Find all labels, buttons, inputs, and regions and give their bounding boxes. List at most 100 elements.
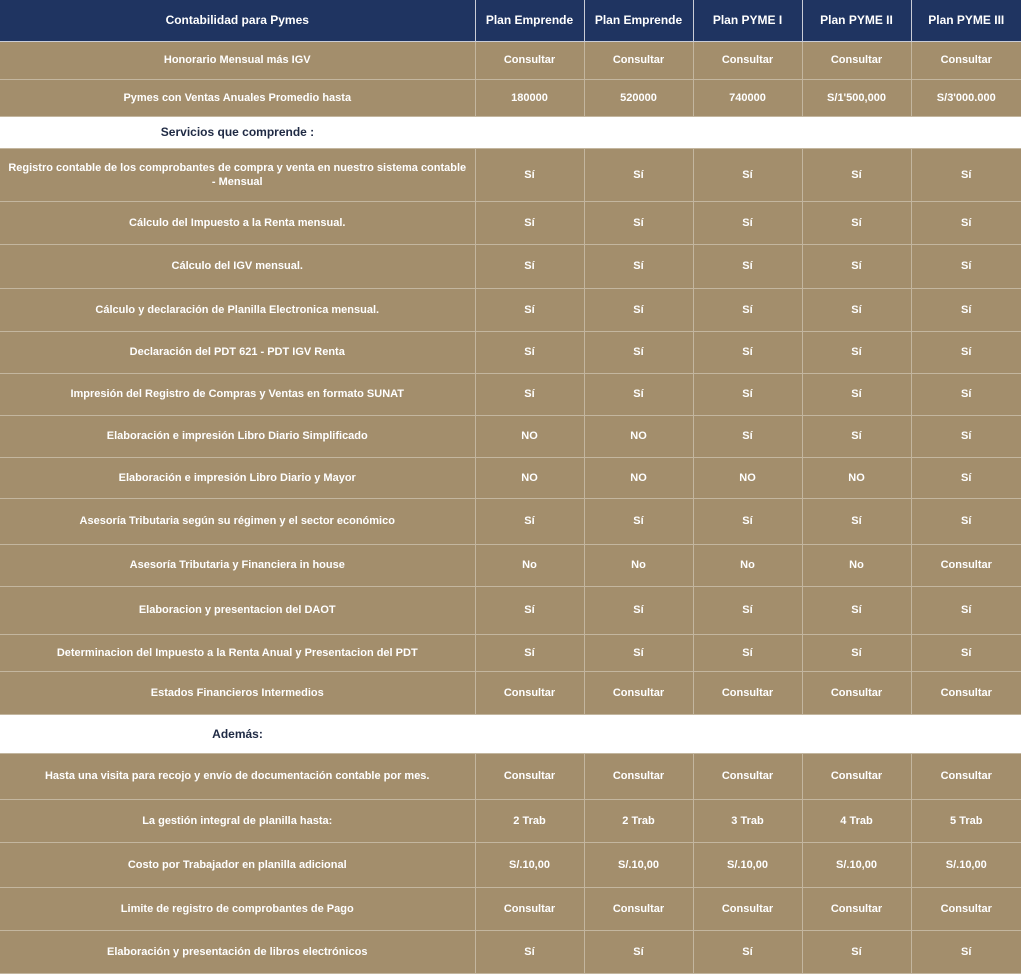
plan-value-cell: Consultar [802,753,912,800]
plan-value-cell: Sí [911,457,1021,499]
row-label: Determinacion del Impuesto a la Renta An… [0,634,476,672]
plan-value-cell: Consultar [584,753,694,800]
row-label: Limite de registro de comprobantes de Pa… [0,887,476,931]
plan-value-cell: Sí [911,498,1021,545]
table-row: Determinacion del Impuesto a la Renta An… [0,634,1021,672]
plan-value-cell: Sí [802,930,912,974]
row-label: Elaboración e impresión Libro Diario y M… [0,457,476,499]
row-label: Elaboración y presentación de libros ele… [0,930,476,974]
table-row: Elaboración e impresión Libro Diario Sim… [0,415,1021,458]
plan-value-cell: Sí [475,930,585,974]
plan-value-cell: Sí [693,148,803,202]
row-label: Cálculo y declaración de Planilla Electr… [0,288,476,332]
plan-value-cell: Consultar [584,41,694,80]
plan-value-cell: Sí [911,373,1021,416]
row-label: La gestión integral de planilla hasta: [0,799,476,843]
header-plan-pyme-2: Plan PYME II [802,0,912,42]
plan-value-cell: Sí [693,201,803,245]
header-plan-emprende-1: Plan Emprende [475,0,585,42]
plan-value-cell: Sí [584,244,694,289]
plan-value-cell: Consultar [584,887,694,931]
plan-value-cell: Sí [584,634,694,672]
plan-value-cell: NO [584,415,694,458]
plan-value-cell: 2 Trab [584,799,694,843]
row-label: Asesoría Tributaria según su régimen y e… [0,498,476,545]
plan-value-cell: Sí [911,244,1021,289]
plan-value-cell: Sí [911,288,1021,332]
plan-value-cell: Sí [802,415,912,458]
plan-value-cell: Sí [693,288,803,332]
plan-value-cell: Sí [911,201,1021,245]
plan-value-cell: No [802,544,912,587]
plan-value-cell: S/.10,00 [475,842,585,888]
plan-value-cell: Sí [693,930,803,974]
plan-value-cell: Sí [802,586,912,635]
row-label: Elaboracion y presentacion del DAOT [0,586,476,635]
plan-value-cell: Sí [475,331,585,374]
plan-value-cell: Consultar [475,887,585,931]
plan-value-cell: Sí [475,498,585,545]
plan-value-cell: Consultar [911,544,1021,587]
plan-value-cell: S/.10,00 [584,842,694,888]
plan-value-cell: Sí [475,148,585,202]
plan-value-cell: Sí [475,586,585,635]
plan-value-cell: Consultar [693,671,803,715]
plan-value-cell: Sí [693,498,803,545]
plan-value-cell: S/3'000.000 [911,79,1021,117]
row-label: Cálculo del Impuesto a la Renta mensual. [0,201,476,245]
plan-value-cell: Consultar [911,753,1021,800]
table-row: Cálculo del Impuesto a la Renta mensual.… [0,201,1021,245]
header-plan-emprende-2: Plan Emprende [584,0,694,42]
table-row: Elaboración y presentación de libros ele… [0,930,1021,974]
plan-value-cell: Consultar [693,41,803,80]
row-label: Estados Financieros Intermedios [0,671,476,715]
plan-value-cell: Sí [584,148,694,202]
plan-value-cell: No [693,544,803,587]
plan-value-cell: Consultar [802,887,912,931]
plan-value-cell: Consultar [584,671,694,715]
table-row: Honorario Mensual más IGV Consultar Consul… [0,41,1021,80]
plan-value-cell: Sí [693,634,803,672]
plan-value-cell: Sí [584,331,694,374]
plan-value-cell: Sí [584,201,694,245]
plan-value-cell: No [584,544,694,587]
plan-value-cell: Sí [802,201,912,245]
plan-value-cell: Sí [584,498,694,545]
row-label: Honorario Mensual más IGV [0,41,476,80]
table-row: Costo por Trabajador en planilla adicion… [0,842,1021,888]
plan-value-cell: 180000 [475,79,585,117]
plan-value-cell: NO [584,457,694,499]
plan-value-cell: Sí [911,331,1021,374]
row-label: Costo por Trabajador en planilla adicion… [0,842,476,888]
plan-value-cell: NO [802,457,912,499]
plan-value-cell: Sí [911,930,1021,974]
table-row: Cálculo y declaración de Planilla Electr… [0,288,1021,332]
plan-value-cell: Consultar [802,41,912,80]
table-row: Declaración del PDT 621 - PDT IGV Renta S… [0,331,1021,374]
plan-value-cell: Sí [802,634,912,672]
header-row: Contabilidad para Pymes Plan Emprende Pl… [0,0,1021,42]
row-label: Hasta una visita para recojo y envío de … [0,753,476,800]
table-body: Honorario Mensual más IGV Consultar Consul… [0,41,1021,974]
table-row: Elaboración e impresión Libro Diario y M… [0,457,1021,499]
table-row: Hasta una visita para recojo y envío de … [0,753,1021,800]
plan-value-cell: Sí [693,373,803,416]
plan-value-cell: Sí [802,288,912,332]
table-row: Registro contable de los comprobantes de… [0,148,1021,202]
table-row: La gestión integral de planilla hasta: 2 … [0,799,1021,843]
plan-value-cell: Sí [475,634,585,672]
plan-value-cell: S/1'500,000 [802,79,912,117]
plan-value-cell: 520000 [584,79,694,117]
pricing-table: Contabilidad para Pymes Plan Emprende Pl… [0,0,1021,974]
section-title: Además: [212,726,263,741]
plan-value-cell: Sí [911,634,1021,672]
plan-value-cell: Consultar [911,41,1021,80]
plan-value-cell: Sí [802,498,912,545]
plan-value-cell: No [475,544,585,587]
plan-value-cell: 2 Trab [475,799,585,843]
table-row: Estados Financieros Intermedios Consultar… [0,671,1021,715]
plan-value-cell: Sí [911,148,1021,202]
row-label: Registro contable de los comprobantes de… [0,148,476,202]
section-title: Servicios que comprende : [160,125,315,139]
plan-value-cell: Consultar [911,887,1021,931]
